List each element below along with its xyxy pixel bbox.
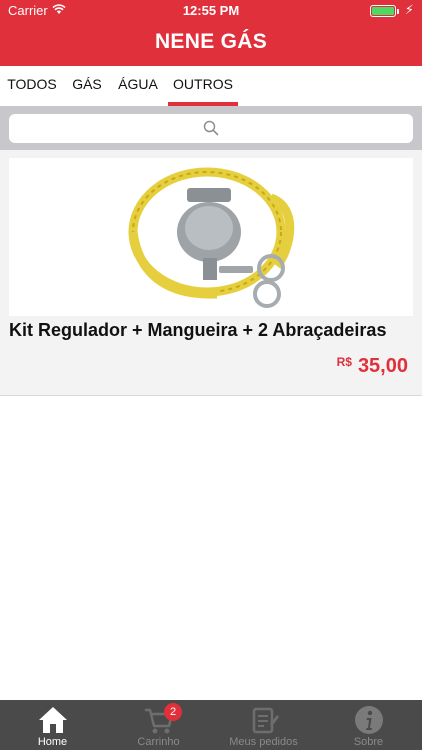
product-card[interactable]: Kit Regulador + Mangueira + 2 Abraçadeir…: [0, 150, 422, 396]
tab-bar-label: Meus pedidos: [229, 736, 298, 748]
info-icon: [355, 706, 383, 734]
tab-agua[interactable]: ÁGUA: [114, 66, 162, 106]
category-tabs: TODOS GÁS ÁGUA OUTROS: [0, 66, 422, 106]
app-header: Carrier 12:55 PM ⚡ NENE GÁS: [0, 0, 422, 66]
tab-todos[interactable]: TODOS: [4, 66, 60, 106]
cart-badge: 2: [164, 703, 182, 721]
battery-tip: [397, 9, 399, 14]
price-value: 35,00: [357, 355, 408, 377]
tab-bar-label: Carrinho: [137, 736, 180, 748]
tab-label: ÁGUA: [118, 76, 158, 92]
tab-bar-cart[interactable]: 2 Carrinho: [106, 700, 211, 750]
tab-label: OUTROS: [173, 76, 233, 92]
home-icon: [39, 707, 67, 733]
tab-label: GÁS: [72, 76, 102, 92]
status-bar: Carrier 12:55 PM ⚡: [0, 0, 422, 22]
page-title: NENE GÁS: [154, 30, 268, 53]
product-image: [9, 158, 413, 316]
tab-bar-about[interactable]: Sobre: [316, 700, 421, 750]
battery-icon: [370, 5, 396, 17]
tab-label: TODOS: [7, 76, 57, 92]
tab-outros[interactable]: OUTROS: [168, 66, 238, 106]
search-icon: [203, 120, 219, 136]
search-input[interactable]: [9, 114, 413, 143]
tab-bar-home[interactable]: Home: [0, 700, 105, 750]
clock: 12:55 PM: [182, 3, 240, 18]
tab-gas[interactable]: GÁS: [68, 66, 106, 106]
charging-icon: ⚡: [404, 2, 414, 17]
price-currency: R$: [336, 355, 352, 369]
search-bar: [0, 106, 422, 150]
bottom-tab-bar: Home 2 Carrinho Meus pedidos Sobre: [0, 700, 422, 750]
orders-icon: [252, 707, 279, 734]
tab-bar-orders[interactable]: Meus pedidos: [211, 700, 316, 750]
product-name: Kit Regulador + Mangueira + 2 Abraçadeir…: [9, 320, 387, 340]
tab-bar-label: Home: [37, 736, 68, 748]
tab-bar-label: Sobre: [353, 736, 384, 748]
product-price: R$ 35,00: [337, 355, 408, 378]
